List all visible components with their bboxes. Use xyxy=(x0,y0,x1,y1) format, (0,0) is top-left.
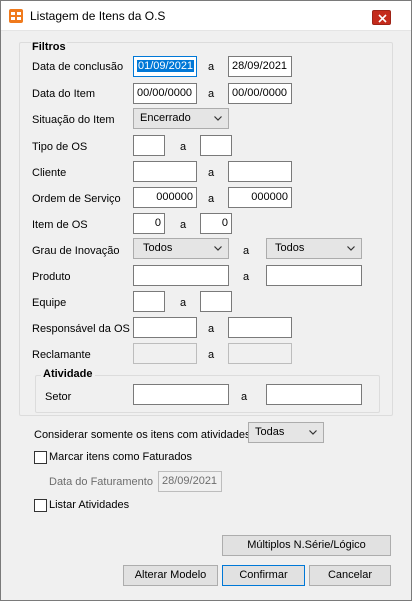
cliente-to-input[interactable] xyxy=(228,161,292,182)
a-label: a xyxy=(208,61,215,73)
data-faturamento-input[interactable]: 28/09/2021 xyxy=(158,471,222,492)
responsavel-label: Responsável da OS xyxy=(32,323,130,335)
ordem-servico-label: Ordem de Serviço xyxy=(32,193,121,205)
a-label: a xyxy=(208,193,215,205)
a-label: a xyxy=(243,245,250,257)
situacao-item-select[interactable]: Encerrado xyxy=(133,108,229,129)
a-label: a xyxy=(208,88,215,100)
produto-from-input[interactable] xyxy=(133,265,229,286)
equipe-from-input[interactable] xyxy=(133,291,165,312)
multiplos-serie-button[interactable]: Múltiplos N.Série/Lógico xyxy=(222,535,391,556)
window-title: Listagem de Itens da O.S xyxy=(30,9,166,23)
a-label: a xyxy=(243,271,250,283)
atividade-title: Atividade xyxy=(41,368,95,380)
considerar-label: Considerar somente os itens com atividad… xyxy=(34,429,251,441)
responsavel-to-input[interactable] xyxy=(228,317,292,338)
marcar-faturados-checkbox[interactable] xyxy=(34,451,47,464)
close-button[interactable] xyxy=(372,10,391,25)
app-icon xyxy=(9,9,23,23)
a-label: a xyxy=(180,297,187,309)
chevron-down-icon xyxy=(309,430,317,435)
item-os-to-input[interactable]: 0 xyxy=(200,213,232,234)
equipe-to-input[interactable] xyxy=(200,291,232,312)
chevron-down-icon xyxy=(214,246,222,251)
setor-from-input[interactable] xyxy=(133,384,229,405)
cliente-label: Cliente xyxy=(32,167,67,179)
chevron-down-icon xyxy=(347,246,355,251)
data-conclusao-label: Data de conclusão xyxy=(32,61,124,73)
listar-atividades-label[interactable]: Listar Atividades xyxy=(49,499,129,511)
close-icon xyxy=(378,14,387,23)
data-conclusao-from-input[interactable]: 01/09/2021 xyxy=(133,56,197,77)
a-label: a xyxy=(180,219,187,231)
considerar-select[interactable]: Todas xyxy=(248,422,324,443)
data-item-to-input[interactable]: 00/00/0000 xyxy=(228,83,292,104)
grau-inovacao-label: Grau de Inovação xyxy=(32,245,120,257)
data-item-label: Data do Item xyxy=(32,88,95,100)
situacao-item-value: Encerrado xyxy=(140,112,191,124)
a-label: a xyxy=(208,323,215,335)
produto-label: Produto xyxy=(32,271,71,283)
setor-to-input[interactable] xyxy=(266,384,362,405)
confirmar-button[interactable]: Confirmar xyxy=(222,565,305,586)
item-os-label: Item de OS xyxy=(32,219,88,231)
dialog-window: Listagem de Itens da O.S Filtros Data de… xyxy=(0,0,412,601)
data-conclusao-to-input[interactable]: 28/09/2021 xyxy=(228,56,292,77)
reclamante-label: Reclamante xyxy=(32,349,91,361)
tipo-os-label: Tipo de OS xyxy=(32,141,88,153)
a-label: a xyxy=(208,167,215,179)
data-item-from-input[interactable]: 00/00/0000 xyxy=(133,83,197,104)
a-label: a xyxy=(241,391,248,403)
reclamante-from-input[interactable] xyxy=(133,343,197,364)
marcar-faturados-label[interactable]: Marcar itens como Faturados xyxy=(49,451,192,463)
chevron-down-icon xyxy=(214,116,222,121)
title-bar[interactable]: Listagem de Itens da O.S xyxy=(1,1,411,31)
responsavel-from-input[interactable] xyxy=(133,317,197,338)
tipo-os-from-input[interactable] xyxy=(133,135,165,156)
listar-atividades-checkbox[interactable] xyxy=(34,499,47,512)
tipo-os-to-input[interactable] xyxy=(200,135,232,156)
reclamante-to-input[interactable] xyxy=(228,343,292,364)
item-os-from-input[interactable]: 0 xyxy=(133,213,165,234)
produto-to-input[interactable] xyxy=(266,265,362,286)
grau-inovacao-from-value: Todos xyxy=(143,242,173,254)
ordem-servico-to-input[interactable]: 000000 xyxy=(228,187,292,208)
ordem-servico-from-input[interactable]: 000000 xyxy=(133,187,197,208)
filtros-title: Filtros xyxy=(31,41,67,53)
alterar-modelo-button[interactable]: Alterar Modelo xyxy=(123,565,218,586)
considerar-value: Todas xyxy=(255,426,285,438)
data-faturamento-label: Data do Faturamento xyxy=(49,476,153,488)
setor-label: Setor xyxy=(45,391,72,403)
a-label: a xyxy=(180,141,187,153)
cancelar-button[interactable]: Cancelar xyxy=(309,565,391,586)
a-label: a xyxy=(208,349,215,361)
grau-inovacao-to-select[interactable]: Todos xyxy=(266,238,362,259)
grau-inovacao-from-select[interactable]: Todos xyxy=(133,238,229,259)
cliente-from-input[interactable] xyxy=(133,161,197,182)
situacao-item-label: Situação do Item xyxy=(32,114,115,126)
grau-inovacao-to-value: Todos xyxy=(275,242,305,254)
equipe-label: Equipe xyxy=(32,297,67,309)
